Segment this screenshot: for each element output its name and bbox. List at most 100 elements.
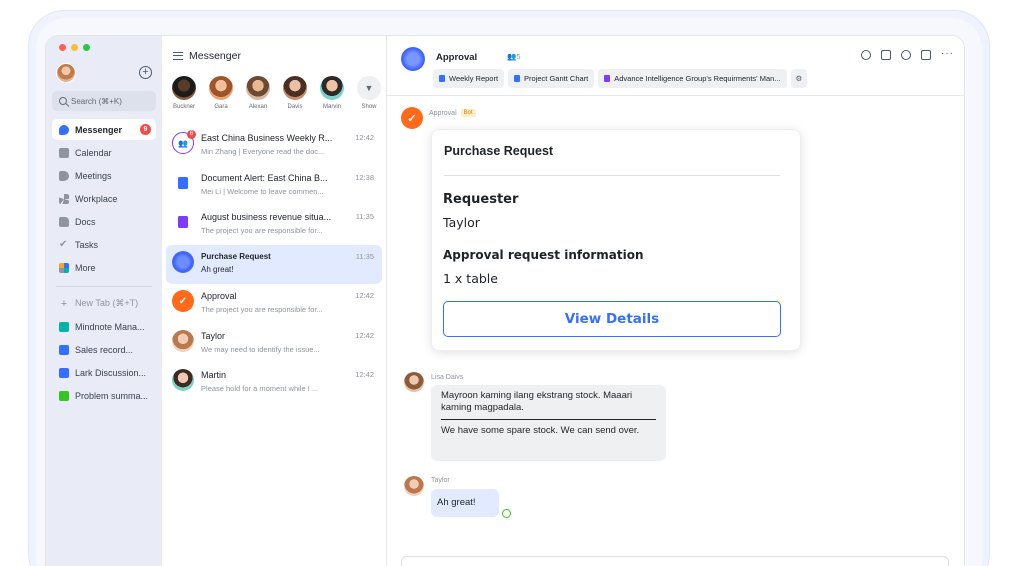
message-composer[interactable] [401, 556, 949, 566]
chat-avatar[interactable] [401, 47, 425, 71]
doc-icon [59, 367, 69, 378]
contact-name: Alexan [248, 104, 268, 110]
new-tab-label: New Tab (⌘+T) [75, 298, 139, 308]
contact-name: Marvin [322, 104, 341, 110]
doc-icon [514, 75, 521, 82]
card-divider [444, 175, 780, 176]
sidebar-item-docs[interactable]: Docs [52, 211, 156, 232]
avatar [246, 76, 270, 100]
add-icon[interactable]: + [139, 66, 152, 79]
close-window-button[interactable] [59, 44, 66, 51]
approval-bot-avatar[interactable]: ✓ [401, 107, 423, 129]
new-tab-button[interactable]: + New Tab (⌘+T) [52, 293, 156, 314]
tab-requirements[interactable]: Advance Intelligence Group's Requirments… [598, 69, 787, 88]
sidebar-item-tasks[interactable]: ✔ Tasks [52, 234, 156, 255]
doc-icon [439, 75, 445, 82]
document-icon [172, 211, 194, 233]
sidebar-item-meetings[interactable]: Meetings [52, 165, 156, 186]
message-bubble[interactable]: Mayroon kaming ilang ekstrang stock. Maa… [431, 385, 666, 461]
avatar [172, 329, 194, 352]
docs-icon [59, 216, 69, 227]
chat-row[interactable]: August business revenue situa... The pro… [166, 205, 382, 244]
chat-row-selected[interactable]: Purchase Request Ah great! 11:35 [166, 244, 382, 284]
sheet-icon [59, 390, 69, 401]
contact-name: Gara [214, 104, 228, 110]
chat-row[interactable]: Document Alert: East China B... Mei Li |… [166, 166, 382, 205]
pinned-label: Problem summa... [75, 390, 149, 401]
sidebar-pinned-mindnote[interactable]: Mindnote Mana... [52, 316, 156, 337]
request-info-label: Approval request information [443, 248, 644, 262]
chat-row[interactable]: Taylor We may need to identify the issue… [166, 324, 382, 363]
chat-list-header: Messenger [162, 36, 386, 76]
add-member-icon[interactable] [901, 50, 911, 60]
sidebar-toggle-icon[interactable] [921, 50, 931, 60]
more-options-icon[interactable]: ··· [941, 49, 954, 60]
user-avatar[interactable] [56, 63, 76, 83]
search-icon[interactable] [861, 50, 871, 60]
maximize-window-button[interactable] [83, 44, 90, 51]
more-icon [59, 262, 69, 273]
contact-gara[interactable]: Gara [208, 76, 234, 118]
contact-alexan[interactable]: Alexan [245, 76, 271, 118]
contact-name: Davis [287, 104, 303, 110]
read-receipt-icon [502, 509, 511, 518]
minimize-window-button[interactable] [71, 44, 78, 51]
chat-row[interactable]: Martin Please hold for a moment while I … [166, 363, 382, 402]
chat-time: 11:35 [355, 212, 374, 221]
chat-preview: The project you are responsible for... [201, 226, 323, 235]
tab-label: Advance Intelligence Group's Requirments… [614, 74, 781, 83]
message-text: Ah great! [437, 497, 476, 508]
sidebar-divider [56, 286, 152, 287]
sidebar-pinned-problem[interactable]: Problem summa... [52, 385, 156, 406]
avatar[interactable] [404, 372, 424, 392]
video-call-icon[interactable] [881, 50, 891, 60]
unread-badge: 6 [187, 130, 196, 139]
contact-strip: Buckner Gara Alexan Davis Marvin ▼ Show [162, 76, 386, 118]
sender-name: Approval [429, 109, 457, 117]
chat-row[interactable]: ✓ Approval The project you are responsib… [166, 284, 382, 323]
sidebar-item-messenger[interactable]: Messenger 9 [52, 119, 156, 140]
pinned-label: Sales record... [75, 344, 134, 355]
sidebar-item-more[interactable]: More [52, 257, 156, 278]
show-more-contacts[interactable]: ▼ Show [356, 76, 382, 118]
avatar[interactable] [404, 476, 424, 496]
message-bubble[interactable]: Ah great! [431, 489, 499, 517]
tab-settings-icon[interactable]: ⚙ [790, 69, 808, 88]
chat-title: Martin [201, 370, 227, 380]
sidebar-item-workplace[interactable]: Workplace [52, 188, 156, 209]
purchase-request-card: Purchase Request Requester Taylor Approv… [431, 129, 801, 351]
contact-marvin[interactable]: Marvin [319, 76, 345, 118]
sidebar-item-label: Tasks [75, 239, 99, 250]
sidebar-item-calendar[interactable]: Calendar [52, 142, 156, 163]
tab-gantt-chart[interactable]: Project Gantt Chart [508, 69, 595, 88]
chat-title: Approval [201, 291, 237, 301]
request-info-value: 1 x table [443, 271, 498, 286]
document-icon [172, 171, 194, 194]
chat-time: 12:38 [355, 172, 374, 182]
chat-preview: Please hold for a moment while I ... [201, 384, 319, 393]
chat-row[interactable]: 👥 6 East China Business Weekly R... Min Z… [166, 126, 382, 165]
menu-icon[interactable] [173, 52, 183, 60]
contact-davis[interactable]: Davis [282, 76, 308, 118]
chat-time: 12:42 [355, 330, 374, 340]
chat-list-panel: Messenger Buckner Gara Alexan Davis Marv… [162, 36, 387, 566]
group-icon: 👥 6 [172, 130, 196, 154]
sidebar-item-label: Docs [75, 216, 96, 227]
chat-title: Taylor [201, 330, 226, 341]
sidebar-pinned-sales[interactable]: Sales record... [52, 339, 156, 360]
window-controls [59, 44, 90, 51]
message-text: We have some spare stock. We can send ov… [441, 425, 640, 436]
sidebar-item-label: Messenger [75, 124, 123, 135]
view-details-button[interactable]: View Details [443, 301, 781, 337]
member-count[interactable]: 👥5 [507, 52, 521, 61]
chat-title: Purchase Request [201, 251, 271, 261]
contact-buckner[interactable]: Buckner [171, 76, 197, 118]
sidebar-nav: Messenger 9 Calendar Meetings Workplace … [52, 119, 156, 408]
header-toolbar: ··· [861, 49, 954, 60]
tab-weekly-report[interactable]: Weekly Report [433, 69, 505, 88]
search-input[interactable]: Search (⌘+K) [52, 91, 156, 111]
sidebar-pinned-lark[interactable]: Lark Discussion... [52, 362, 156, 383]
card-title: Purchase Request [444, 144, 554, 158]
chat-rows: 👥 6 East China Business Weekly R... Min Z… [162, 118, 386, 402]
chat-time: 12:42 [355, 133, 374, 142]
